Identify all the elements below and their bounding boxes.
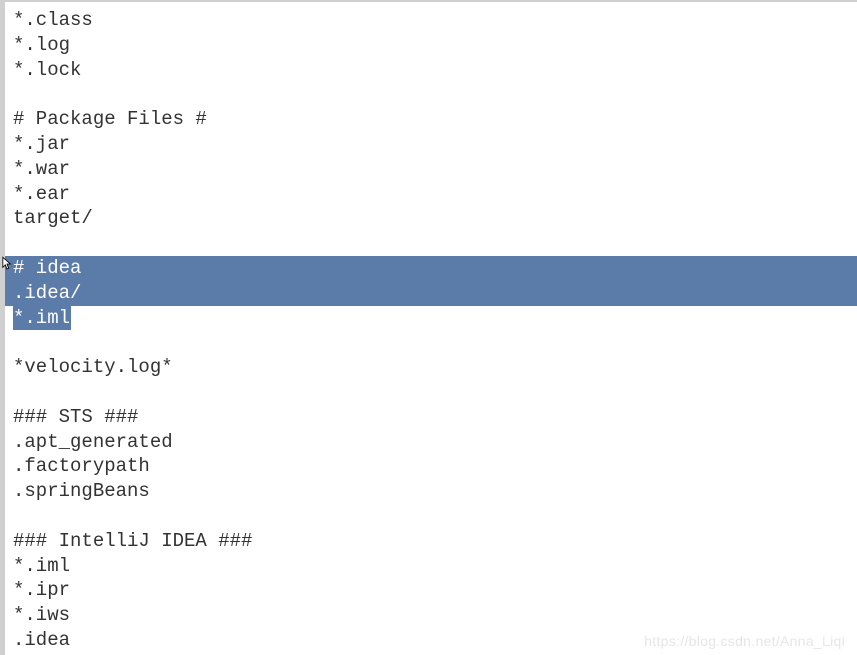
code-line[interactable]: ### IntelliJ IDEA ### [5, 529, 857, 554]
code-line[interactable]: .springBeans [5, 479, 857, 504]
code-line[interactable]: *.ipr [5, 578, 857, 603]
code-line[interactable]: # Package Files # [5, 107, 857, 132]
code-line[interactable]: *.iml [5, 554, 857, 579]
code-line[interactable]: *.war [5, 157, 857, 182]
code-line[interactable]: *.log [5, 33, 857, 58]
code-line[interactable] [5, 504, 857, 529]
code-line[interactable]: ### STS ### [5, 405, 857, 430]
code-line[interactable]: .factorypath [5, 454, 857, 479]
code-line[interactable]: *.lock [5, 58, 857, 83]
code-line[interactable]: *.class [5, 8, 857, 33]
text-editor[interactable]: *.class *.log *.lock # Package Files # *… [0, 0, 857, 655]
code-line-selected[interactable]: *.iml [5, 306, 857, 331]
code-line[interactable]: .apt_generated [5, 430, 857, 455]
code-line[interactable]: target/ [5, 206, 857, 231]
code-line[interactable] [5, 82, 857, 107]
code-line[interactable]: *.jar [5, 132, 857, 157]
code-line[interactable] [5, 330, 857, 355]
code-line[interactable] [5, 380, 857, 405]
code-line[interactable]: *velocity.log* [5, 355, 857, 380]
code-line[interactable]: *.iws [5, 603, 857, 628]
code-line[interactable]: *.ear [5, 182, 857, 207]
code-line[interactable]: .idea [5, 628, 857, 653]
code-line-selected[interactable]: .idea/ [5, 281, 857, 306]
selected-text: *.iml [13, 306, 71, 331]
code-line[interactable] [5, 231, 857, 256]
code-line-selected[interactable]: # idea [5, 256, 857, 281]
